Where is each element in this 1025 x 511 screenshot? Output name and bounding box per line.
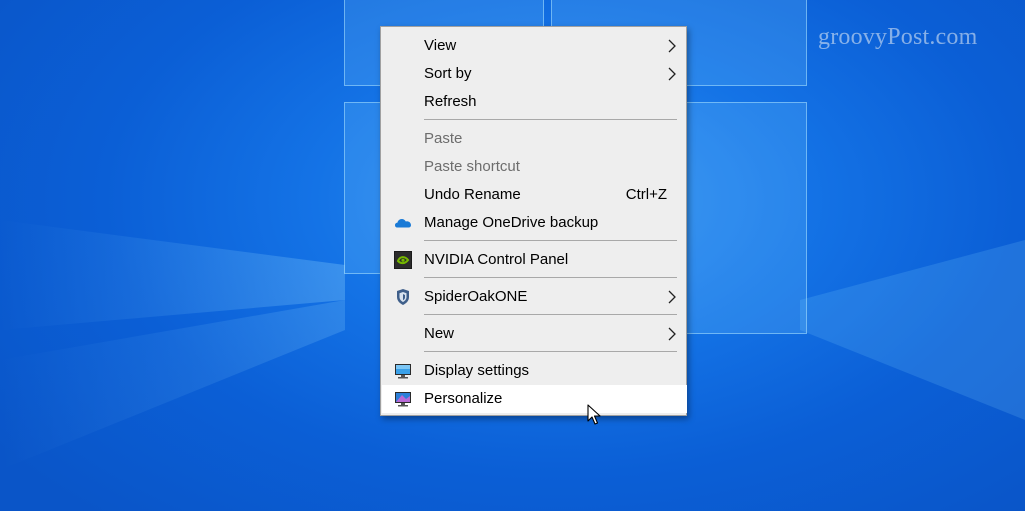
mouse-cursor-icon bbox=[587, 404, 601, 425]
desktop-context-menu: View Sort by Refresh Paste Paste shortcu… bbox=[380, 26, 687, 416]
menu-separator bbox=[424, 119, 677, 120]
menu-item-nvidia-control-panel[interactable]: NVIDIA Control Panel bbox=[382, 246, 687, 274]
menu-item-paste[interactable]: Paste bbox=[382, 125, 687, 153]
chevron-right-icon bbox=[668, 327, 676, 341]
menu-item-label: Refresh bbox=[424, 93, 477, 110]
menu-item-display-settings[interactable]: Display settings bbox=[382, 357, 687, 385]
chevron-right-icon bbox=[668, 67, 676, 81]
menu-item-view[interactable]: View bbox=[382, 32, 687, 60]
menu-item-sort-by[interactable]: Sort by bbox=[382, 60, 687, 88]
menu-item-label: Manage OneDrive backup bbox=[424, 214, 599, 231]
watermark-text: groovyPost.com bbox=[818, 24, 978, 50]
menu-item-manage-onedrive-backup[interactable]: Manage OneDrive backup bbox=[382, 209, 687, 237]
chevron-right-icon bbox=[668, 290, 676, 304]
menu-item-label: Display settings bbox=[424, 362, 530, 379]
personalize-monitor-icon bbox=[395, 392, 411, 407]
nvidia-icon bbox=[394, 251, 412, 269]
display-monitor-icon bbox=[395, 364, 411, 379]
menu-separator bbox=[424, 240, 677, 241]
menu-item-label: Personalize bbox=[424, 390, 503, 407]
chevron-right-icon bbox=[668, 39, 676, 53]
menu-item-label: View bbox=[424, 37, 457, 54]
menu-separator bbox=[424, 277, 677, 278]
menu-item-label: SpiderOakONE bbox=[424, 288, 528, 305]
menu-separator bbox=[424, 351, 677, 352]
menu-item-shortcut: Ctrl+Z bbox=[625, 186, 667, 203]
menu-item-paste-shortcut[interactable]: Paste shortcut bbox=[382, 153, 687, 181]
menu-item-personalize[interactable]: Personalize bbox=[382, 385, 687, 413]
menu-item-label: Paste shortcut bbox=[424, 158, 520, 175]
menu-item-label: Undo Rename bbox=[424, 186, 521, 203]
menu-item-refresh[interactable]: Refresh bbox=[382, 88, 687, 116]
menu-item-label: NVIDIA Control Panel bbox=[424, 251, 569, 268]
menu-item-label: Paste bbox=[424, 130, 463, 147]
menu-item-spideroakone[interactable]: SpiderOakONE bbox=[382, 283, 687, 311]
menu-item-label: Sort by bbox=[424, 65, 472, 82]
menu-item-new[interactable]: New bbox=[382, 320, 687, 348]
menu-separator bbox=[424, 314, 677, 315]
menu-item-undo-rename[interactable]: Undo Rename Ctrl+Z bbox=[382, 181, 687, 209]
spideroak-shield-icon bbox=[397, 289, 409, 305]
menu-item-label: New bbox=[424, 325, 455, 342]
onedrive-cloud-icon bbox=[395, 219, 411, 228]
